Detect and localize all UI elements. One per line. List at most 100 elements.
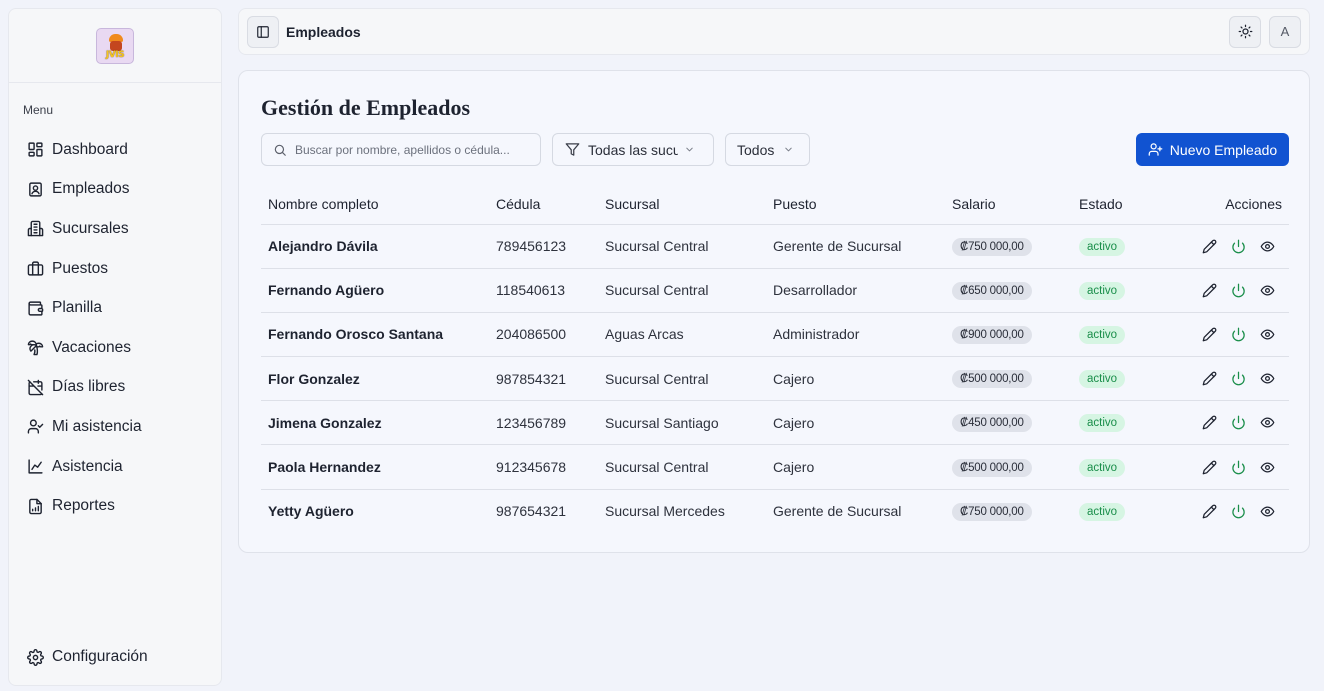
power-icon: [1232, 504, 1245, 519]
salary-badge: ₡650 000,00: [952, 281, 1032, 300]
table-row[interactable]: Jimena Gonzalez 123456789 Sucursal Santiag…: [261, 400, 1289, 446]
sidebar-item-asistencia[interactable]: Asistencia: [9, 447, 221, 487]
status-badge: activo: [1079, 414, 1126, 433]
sidebar-item-label: Asistencia: [52, 457, 123, 475]
table-row[interactable]: Paola Hernandez 912345678 Sucursal Central…: [261, 444, 1289, 490]
employee-salary-cell: ₡450 000,00: [945, 400, 1072, 446]
salary-badge: ₡500 000,00: [952, 458, 1032, 477]
employee-actions-cell: [1162, 268, 1289, 313]
table-row[interactable]: Flor Gonzalez 987854321 Sucursal Central Ca…: [261, 356, 1289, 402]
view-button[interactable]: [1260, 371, 1275, 386]
sidebar-nav: Dashboard Empleados Sucursales Puestos P…: [9, 130, 221, 526]
app-logo[interactable]: JVIS: [96, 27, 134, 64]
view-button[interactable]: [1260, 460, 1275, 475]
theme-toggle-button[interactable]: [1229, 15, 1261, 48]
sidebar-item-label: Reportes: [52, 497, 115, 515]
sidebar-item-vacaciones[interactable]: Vacaciones: [9, 328, 221, 368]
status-badge: activo: [1079, 325, 1126, 344]
eye-icon: [1260, 285, 1275, 296]
sidebar-panel-icon: [257, 25, 269, 38]
area-chart-icon: [28, 459, 43, 474]
sidebar-item-dias-libres[interactable]: Días libres: [9, 368, 221, 408]
edit-button[interactable]: [1202, 371, 1217, 386]
view-button[interactable]: [1260, 415, 1275, 430]
table-row[interactable]: Fernando Agüero 118540613 Sucursal Central…: [261, 268, 1289, 313]
briefcase-icon: [27, 261, 44, 276]
employee-status-cell: activo: [1072, 268, 1162, 313]
toggle-status-button[interactable]: [1231, 415, 1246, 430]
edit-button[interactable]: [1202, 415, 1217, 430]
view-button[interactable]: [1260, 327, 1275, 342]
column-header-position[interactable]: Puesto: [766, 184, 945, 225]
employees-table-body: Alejandro Dávila 789456123 Sucursal Centra…: [261, 224, 1289, 533]
employee-id: 987854321: [489, 356, 598, 402]
toggle-status-button[interactable]: [1231, 504, 1246, 519]
toggle-status-button[interactable]: [1231, 239, 1246, 254]
table-row[interactable]: Fernando Orosco Santana 204086500 Aguas Ar…: [261, 312, 1289, 358]
search-icon: [274, 144, 286, 156]
sidebar-item-sucursales[interactable]: Sucursales: [9, 209, 221, 249]
employee-branch: Sucursal Santiago: [598, 400, 766, 446]
employee-position: Cajero: [766, 400, 945, 446]
employee-actions-cell: [1162, 444, 1289, 490]
search-input[interactable]: [295, 142, 525, 157]
view-button[interactable]: [1260, 283, 1275, 298]
sidebar-item-label: Dashboard: [52, 140, 128, 158]
column-header-branch[interactable]: Sucursal: [598, 184, 766, 225]
status-badge: activo: [1079, 237, 1126, 256]
search-box[interactable]: [261, 133, 541, 166]
sidebar-item-reportes[interactable]: Reportes: [9, 486, 221, 526]
column-header-status[interactable]: Estado: [1072, 184, 1162, 225]
sidebar-item-dashboard[interactable]: Dashboard: [9, 130, 221, 170]
status-filter-select[interactable]: Todos: [725, 133, 810, 166]
sidebar-item-label: Días libres: [52, 378, 126, 396]
employee-id: 118540613: [489, 268, 598, 313]
edit-button[interactable]: [1202, 239, 1217, 254]
sidebar-item-puestos[interactable]: Puestos: [9, 249, 221, 289]
power-icon: [1232, 371, 1245, 386]
salary-badge: ₡500 000,00: [952, 370, 1032, 389]
table-row[interactable]: Alejandro Dávila 789456123 Sucursal Centra…: [261, 224, 1289, 269]
sidebar-item-label: Configuración: [52, 648, 148, 666]
edit-button[interactable]: [1202, 504, 1217, 519]
employee-status-cell: activo: [1072, 489, 1162, 533]
table-row[interactable]: Yetty Agüero 987654321 Sucursal Mercedes Ge…: [261, 489, 1289, 533]
palm-tree-icon: [27, 340, 44, 356]
toggle-sidebar-button[interactable]: [247, 15, 279, 48]
employee-id: 123456789: [489, 400, 598, 446]
edit-button[interactable]: [1202, 460, 1217, 475]
toggle-status-button[interactable]: [1231, 283, 1246, 298]
column-header-salary[interactable]: Salario: [945, 184, 1072, 225]
branch-filter-select[interactable]: Todas las sucursales: [552, 133, 714, 166]
chevron-down-icon: [785, 147, 793, 152]
employee-name: Alejandro Dávila: [261, 224, 489, 269]
eye-icon: [1260, 417, 1275, 428]
sidebar-item-empleados[interactable]: Empleados: [9, 170, 221, 210]
view-button[interactable]: [1260, 239, 1275, 254]
column-header-id[interactable]: Cédula: [489, 184, 598, 225]
pencil-icon: [1202, 415, 1217, 430]
toggle-status-button[interactable]: [1231, 327, 1246, 342]
sidebar-item-configuracion[interactable]: Configuración: [9, 637, 221, 677]
salary-badge: ₡750 000,00: [952, 237, 1032, 256]
edit-button[interactable]: [1202, 327, 1217, 342]
employee-salary-cell: ₡750 000,00: [945, 489, 1072, 533]
new-employee-button[interactable]: Nuevo Empleado: [1136, 133, 1289, 166]
pencil-icon: [1202, 283, 1217, 298]
user-avatar-button[interactable]: A: [1269, 15, 1301, 48]
sidebar-item-planilla[interactable]: Planilla: [9, 288, 221, 328]
toggle-status-button[interactable]: [1231, 371, 1246, 386]
sidebar-item-mi-asistencia[interactable]: Mi asistencia: [9, 407, 221, 447]
employee-name: Yetty Agüero: [268, 503, 354, 520]
employee-position: Cajero: [766, 444, 945, 490]
chevron-down-icon: [686, 147, 693, 152]
pencil-icon: [1202, 460, 1217, 474]
toggle-status-button[interactable]: [1231, 460, 1246, 475]
column-header-name[interactable]: Nombre completo: [261, 184, 489, 225]
employee-name: Flor Gonzalez: [261, 356, 489, 402]
edit-button[interactable]: [1202, 283, 1217, 298]
employee-status-cell: activo: [1072, 312, 1162, 358]
page-header-title: Empleados: [286, 23, 361, 40]
dashboard-icon: [28, 142, 43, 157]
view-button[interactable]: [1260, 504, 1275, 519]
